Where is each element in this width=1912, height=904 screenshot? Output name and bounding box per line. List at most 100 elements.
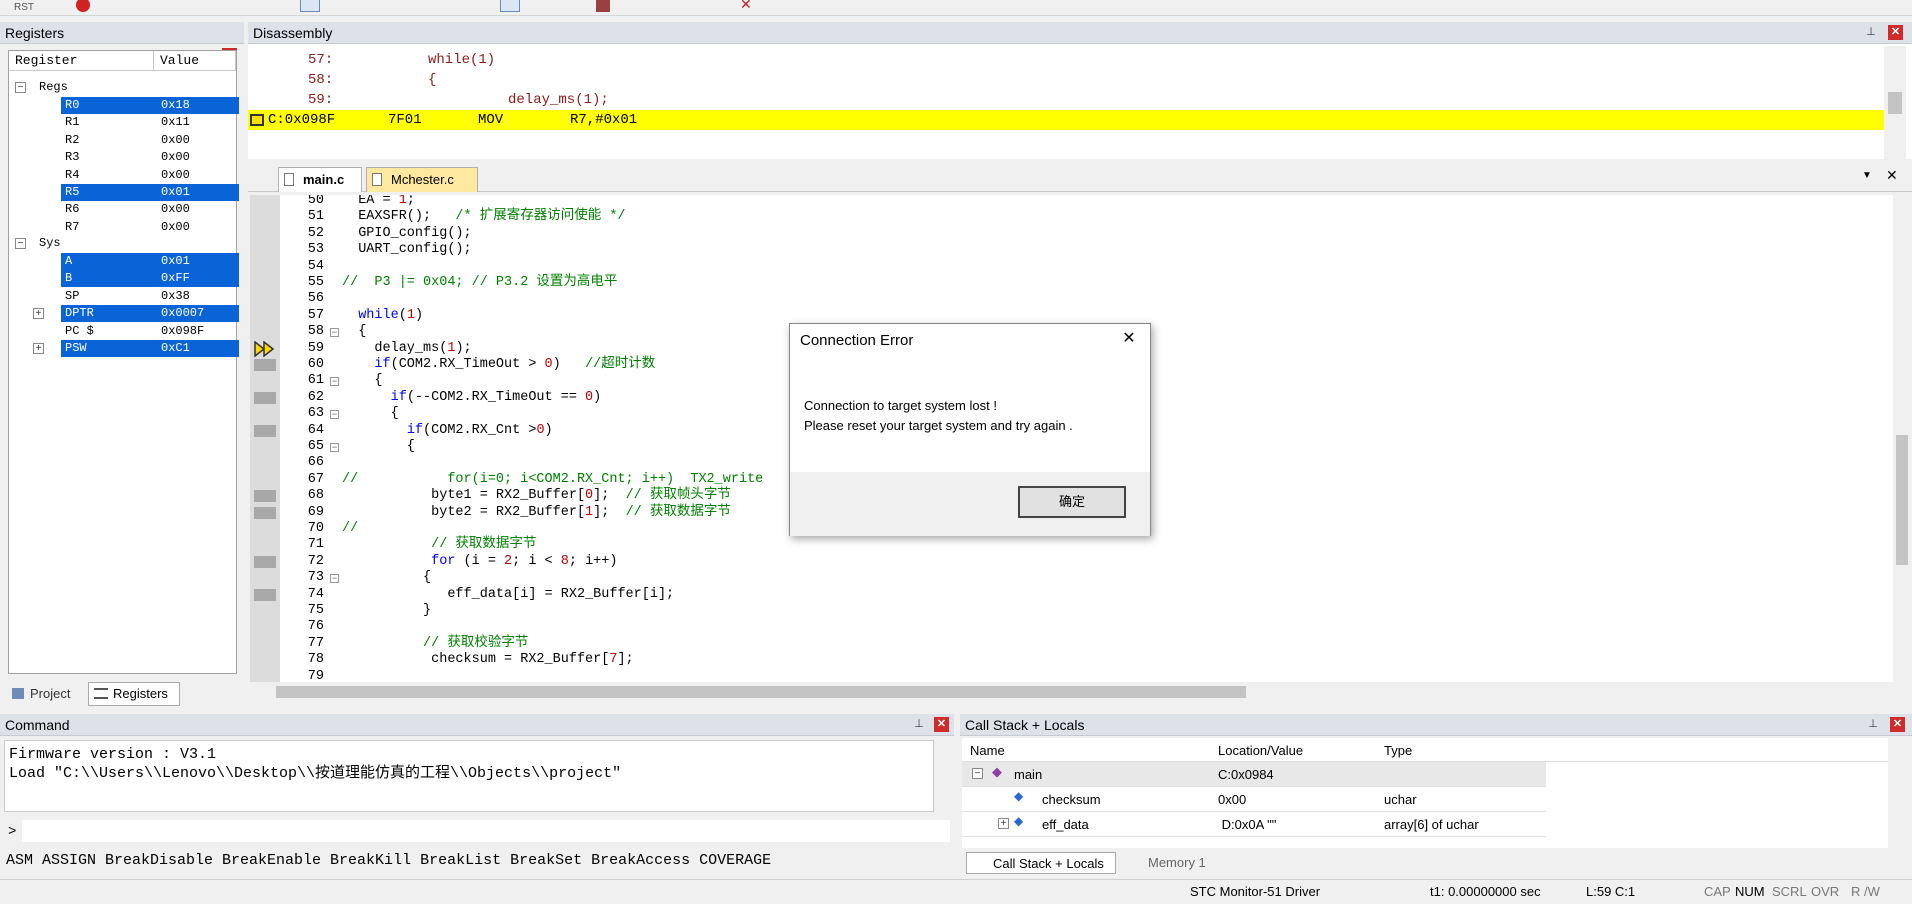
- tabs-dropdown-icon[interactable]: ▼: [1862, 168, 1876, 184]
- code-line[interactable]: if(--COM2.RX_TimeOut == 0): [342, 390, 602, 406]
- code-line[interactable]: for (i = 2; i < 8; i++): [342, 554, 617, 570]
- command-output[interactable]: Firmware version : V3.1 Load "C:\\Users\…: [4, 740, 934, 812]
- col-location[interactable]: Location/Value: [1218, 743, 1303, 758]
- code-line[interactable]: delay_ms(1);: [342, 341, 471, 357]
- register-row-pc[interactable]: PC $0x098F: [61, 323, 235, 340]
- register-value[interactable]: 0x0007: [159, 305, 239, 323]
- stop-icon[interactable]: [76, 0, 90, 12]
- command-input[interactable]: [22, 820, 950, 842]
- logic-analyzer-icon[interactable]: [596, 0, 610, 12]
- disassembly-view[interactable]: 57: while(1) 58: { 59: delay_ms(1); C:0x…: [248, 46, 1884, 159]
- register-value[interactable]: 0x38: [159, 288, 239, 305]
- register-value[interactable]: 0x00: [159, 219, 239, 236]
- collapse-icon[interactable]: −: [972, 768, 983, 779]
- register-value[interactable]: 0x00: [159, 167, 239, 184]
- register-row-sp[interactable]: SP 0x38: [61, 288, 235, 305]
- register-value[interactable]: 0x01: [159, 184, 239, 201]
- tab-memory[interactable]: Memory 1: [1124, 852, 1218, 874]
- dialog-close-button[interactable]: ✕: [1118, 328, 1140, 350]
- expand-icon[interactable]: +: [998, 818, 1009, 829]
- group-regs[interactable]: Regs: [39, 79, 139, 96]
- disassembly-vscroll[interactable]: [1884, 46, 1906, 159]
- window-icon[interactable]: [300, 0, 320, 12]
- register-row-a[interactable]: A 0x01: [61, 253, 239, 270]
- code-line[interactable]: {: [342, 406, 399, 422]
- scroll-thumb[interactable]: [1896, 435, 1908, 565]
- register-value[interactable]: 0x00: [159, 149, 239, 166]
- close-command-button[interactable]: ✕: [934, 717, 949, 732]
- register-value[interactable]: 0xFF: [159, 270, 239, 288]
- view-icon[interactable]: [500, 0, 520, 12]
- code-line[interactable]: // 获取校验字节: [342, 636, 528, 652]
- code-line[interactable]: // for(i=0; i<COM2.RX_Cnt; i++) TX2_writ…: [342, 472, 763, 488]
- code-line[interactable]: {: [342, 439, 415, 455]
- col-name[interactable]: Name: [970, 743, 1005, 758]
- collapse-regs-icon[interactable]: −: [15, 82, 26, 93]
- expand-icon[interactable]: +: [33, 308, 44, 320]
- pin-icon[interactable]: ⊥: [1866, 717, 1880, 731]
- code-line[interactable]: // 获取数据字节: [342, 537, 536, 553]
- code-line[interactable]: UART_config();: [342, 242, 471, 258]
- locals-row-main[interactable]: − ◆ main C:0x0984: [962, 762, 1546, 787]
- scroll-thumb[interactable]: [276, 686, 1246, 698]
- editor-hscroll[interactable]: [250, 682, 1893, 702]
- current-instruction[interactable]: C:0x098F 7F01 MOV R7,#0x01: [248, 110, 1884, 130]
- code-line[interactable]: {: [342, 570, 431, 586]
- register-value[interactable]: 0x00: [159, 132, 239, 149]
- code-line[interactable]: EAXSFR(); /* 扩展寄存器访问使能 */: [342, 209, 625, 225]
- expand-icon[interactable]: +: [33, 343, 44, 354]
- breakpoint-gutter[interactable]: [250, 195, 280, 682]
- ok-button[interactable]: 确定: [1018, 486, 1126, 518]
- code-line[interactable]: if(COM2.RX_Cnt >0): [342, 423, 553, 439]
- locals-row-eff-data[interactable]: + ◆ eff_data D:0x0A "" array[6] of uchar: [962, 812, 1546, 837]
- register-value[interactable]: 0x098F: [159, 323, 239, 340]
- group-sys[interactable]: Sys: [39, 235, 139, 252]
- code-line[interactable]: if(COM2.RX_TimeOut > 0) //超时计数: [342, 357, 655, 373]
- code-line[interactable]: checksum = RX2_Buffer[7];: [342, 652, 634, 668]
- register-row-dptr[interactable]: DPTR 0x0007: [61, 305, 239, 323]
- register-value[interactable]: 0x18: [159, 97, 239, 114]
- close-callstack-button[interactable]: ✕: [1890, 717, 1905, 732]
- pin-icon[interactable]: ⊥: [1864, 25, 1878, 39]
- fold-icon[interactable]: −: [330, 443, 339, 452]
- code-line[interactable]: {: [342, 373, 382, 389]
- register-value[interactable]: 0x00: [159, 201, 239, 218]
- code-line[interactable]: EA = 1;: [342, 195, 415, 209]
- scroll-thumb[interactable]: [1888, 92, 1902, 114]
- register-row-psw[interactable]: PSW 0xC1: [61, 340, 239, 357]
- collapse-sys-icon[interactable]: −: [15, 238, 26, 249]
- close-tab-icon[interactable]: ✕: [1886, 167, 1900, 183]
- locals-vscroll[interactable]: [1888, 762, 1908, 848]
- close-disassembly-button[interactable]: ✕: [1888, 25, 1903, 40]
- col-value-header[interactable]: Value: [154, 51, 236, 71]
- code-line[interactable]: while(1): [342, 308, 423, 324]
- register-row-b[interactable]: B 0xFF: [61, 270, 239, 288]
- pin-icon[interactable]: ⊥: [912, 717, 926, 731]
- code-line[interactable]: //: [342, 521, 358, 537]
- tab-callstack[interactable]: Call Stack + Locals: [966, 852, 1116, 874]
- register-row-r5[interactable]: R5 0x01: [61, 184, 239, 201]
- editor-vscroll[interactable]: [1893, 195, 1911, 682]
- code-line[interactable]: GPIO_config();: [342, 226, 471, 242]
- code-line[interactable]: byte1 = RX2_Buffer[0]; // 获取帧头字节: [342, 488, 731, 504]
- col-register-header[interactable]: Register: [9, 51, 154, 71]
- code-line[interactable]: byte2 = RX2_Buffer[1]; // 获取数据字节: [342, 505, 731, 521]
- register-row-r2[interactable]: R2 0x00: [61, 132, 235, 149]
- register-value[interactable]: 0x11: [159, 114, 239, 131]
- register-value[interactable]: 0xC1: [159, 340, 239, 357]
- reset-button[interactable]: RST: [14, 2, 34, 15]
- tab-mchester-c[interactable]: Mchester.c: [366, 167, 478, 192]
- fold-icon[interactable]: −: [330, 410, 339, 420]
- register-row-r7[interactable]: R7 0x00: [61, 219, 235, 236]
- register-row-r1[interactable]: R1 0x11: [61, 114, 235, 131]
- register-row-r6[interactable]: R6 0x00: [61, 201, 235, 218]
- fold-icon[interactable]: −: [330, 328, 339, 338]
- code-line[interactable]: }: [342, 603, 431, 619]
- code-line[interactable]: eff_data[i] = RX2_Buffer[i];: [342, 587, 674, 603]
- fold-icon[interactable]: −: [330, 574, 339, 584]
- code-line[interactable]: {: [342, 324, 366, 340]
- command-vscroll[interactable]: [934, 740, 950, 812]
- code-line[interactable]: // P3 |= 0x04; // P3.2 设置为高电平: [342, 275, 617, 291]
- fold-icon[interactable]: −: [330, 377, 339, 387]
- register-value[interactable]: 0x01: [159, 253, 239, 270]
